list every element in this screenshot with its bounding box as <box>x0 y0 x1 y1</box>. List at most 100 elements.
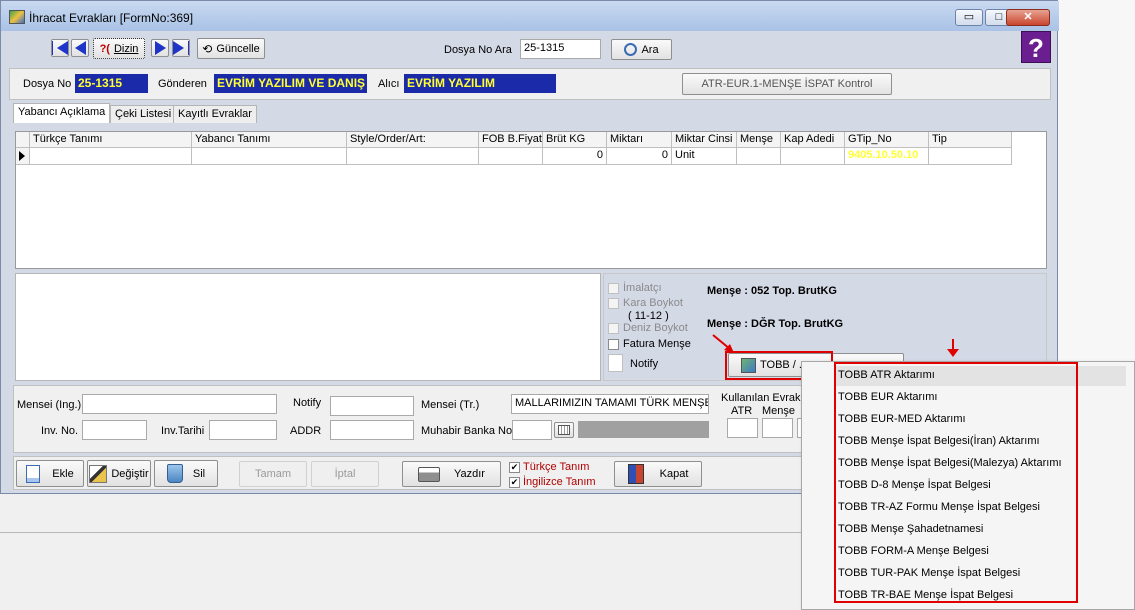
mensei-tr-label: Mensei (Tr.) <box>421 399 480 411</box>
ara-button[interactable]: Ara <box>611 39 672 60</box>
cell-gtip-no[interactable]: 9405.10.50.10 <box>845 148 929 165</box>
dosya-no-value: 25-1315 <box>75 74 148 93</box>
description-box[interactable] <box>15 273 601 381</box>
guncelle-label: Güncelle <box>216 42 260 55</box>
cell-miktari[interactable]: 0 <box>607 148 672 165</box>
mense-info-2: Menşe : DĞR Top. BrutKG <box>707 318 844 330</box>
muhabir-bank-name <box>578 421 709 438</box>
turkce-tanim-label: Türkçe Tanım <box>523 461 590 473</box>
muhabir-input[interactable] <box>512 420 552 440</box>
mensei-tr-input[interactable]: MALLARIMIZIN TAMAMI TÜRK MENŞE <box>511 394 709 414</box>
next-record-button[interactable] <box>151 39 169 57</box>
guncelle-button[interactable]: ⟲ Güncelle <box>197 38 265 59</box>
fatura-mense-checkbox[interactable] <box>608 339 619 350</box>
minimize-button[interactable]: ▭ <box>955 9 983 26</box>
degistir-label: Değiştir <box>111 467 149 480</box>
col-header-gtip-no[interactable]: GTip_No <box>845 132 929 148</box>
degistir-button[interactable]: Değiştir <box>87 460 151 487</box>
tab-kayitli-evraklar[interactable]: Kayıtlı Evraklar <box>173 105 257 123</box>
dizin-button[interactable]: ?( Dizin <box>93 38 145 59</box>
dosya-no-ara-input[interactable]: 25-1315 <box>520 39 601 59</box>
mensei-ing-input[interactable] <box>82 394 277 414</box>
cell-brut-kg[interactable]: 0 <box>543 148 607 165</box>
items-grid[interactable]: Türkçe Tanımı Yabancı Tanımı Style/Order… <box>15 131 1047 269</box>
kara-boykot-checkbox[interactable] <box>608 298 619 309</box>
edit-pencil-icon <box>89 464 108 483</box>
gonderen-value: EVRİM YAZILIM VE DANIŞ <box>214 74 367 93</box>
cell-yabanci-tanimi[interactable] <box>192 148 347 165</box>
deniz-boykot-label: Deniz Boykot <box>623 322 688 334</box>
col-header-yabanci-tanimi[interactable]: Yabancı Tanımı <box>192 132 347 148</box>
addr-input[interactable] <box>330 420 414 440</box>
mensei-ing-label: Mensei (Ing.) <box>17 399 82 411</box>
sil-label: Sil <box>192 467 206 480</box>
previous-arrow-icon <box>74 41 86 55</box>
turkce-tanim-checkbox[interactable]: ✔ <box>509 462 520 473</box>
ekle-button[interactable]: Ekle <box>16 460 84 487</box>
refresh-icon: ⟲ <box>202 41 213 56</box>
col-header-brut-kg[interactable]: Brüt KG <box>543 132 607 148</box>
previous-record-button[interactable] <box>71 39 89 57</box>
exit-door-icon <box>627 464 644 484</box>
col-header-tip[interactable]: Tip <box>929 132 1012 148</box>
next-arrow-icon <box>154 41 166 55</box>
last-bar-icon <box>188 41 189 55</box>
recycle-bin-icon <box>166 464 183 483</box>
notify-input[interactable] <box>330 396 414 416</box>
dosya-no-label: Dosya No <box>23 78 72 90</box>
iptal-button[interactable]: İptal <box>311 461 379 487</box>
kapat-label: Kapat <box>659 468 689 480</box>
mense-count-input[interactable] <box>762 418 793 438</box>
first-arrow-icon <box>57 41 68 55</box>
first-record-button[interactable] <box>51 39 69 57</box>
cell-kap-adedi[interactable] <box>781 148 845 165</box>
alici-value: EVRİM YAZILIM <box>404 74 556 93</box>
notify-box[interactable] <box>608 354 623 372</box>
last-record-button[interactable] <box>172 39 190 57</box>
tab-yabanci-aciklama[interactable]: Yabancı Açıklama <box>13 103 111 123</box>
cell-fob-fiyati[interactable] <box>479 148 543 165</box>
col-header-fob-fiyati[interactable]: FOB B.Fiyatı <box>479 132 543 148</box>
dizin-label: Dizin <box>113 42 139 55</box>
kara-boykot-sub-label: ( 11-12 ) <box>628 310 669 322</box>
deniz-boykot-checkbox[interactable] <box>608 323 619 334</box>
yazdir-button[interactable]: Yazdır <box>402 461 501 487</box>
col-header-miktari[interactable]: Miktarı <box>607 132 672 148</box>
menu-annotation-arrow-icon <box>947 339 959 357</box>
tab-ceki-listesi[interactable]: Çeki Listesi <box>110 105 177 123</box>
ingilizce-tanim-checkbox[interactable]: ✔ <box>509 477 520 488</box>
imalatci-checkbox[interactable] <box>608 283 619 294</box>
col-header-style-order[interactable]: Style/Order/Art: <box>347 132 479 148</box>
cell-tip[interactable] <box>929 148 1012 165</box>
close-button[interactable]: ✕ <box>1006 9 1050 26</box>
ara-label: Ara <box>641 43 659 56</box>
window-title: İhracat Evrakları [FormNo:369] <box>29 11 194 25</box>
col-header-mense[interactable]: Menşe <box>737 132 781 148</box>
cell-turkce-tanimi[interactable] <box>30 148 192 165</box>
muhabir-lookup-button[interactable] <box>554 422 574 438</box>
inv-no-input[interactable] <box>82 420 147 440</box>
inv-no-label: Inv. No. <box>41 425 79 437</box>
row-indicator[interactable] <box>16 148 30 165</box>
gonderen-label: Gönderen <box>158 78 207 90</box>
muhabir-label: Muhabir Banka No <box>421 425 513 437</box>
kullanilan-evrak-label: Kullanılan Evrak <box>721 392 801 404</box>
atr-kontrol-button[interactable]: ATR-EUR.1-MENŞE İSPAT Kontrol <box>682 73 892 95</box>
cell-mense[interactable] <box>737 148 781 165</box>
col-header-miktar-cinsi[interactable]: Miktar Cinsi <box>672 132 737 148</box>
imalatci-label: İmalatçı <box>623 282 662 294</box>
help-button[interactable]: ? <box>1021 31 1051 63</box>
sil-button[interactable]: Sil <box>154 460 218 487</box>
kara-boykot-label: Kara Boykot <box>623 297 683 309</box>
kapat-button[interactable]: Kapat <box>614 461 702 487</box>
col-header-turkce-tanimi[interactable]: Türkçe Tanımı <box>30 132 192 148</box>
col-header-kap-adedi[interactable]: Kap Adedi <box>781 132 845 148</box>
new-document-icon <box>26 464 41 483</box>
cell-style-order[interactable] <box>347 148 479 165</box>
mense-info-1: Menşe : 052 Top. BrutKG <box>707 285 837 297</box>
tamam-button[interactable]: Tamam <box>239 461 307 487</box>
atr-count-input[interactable] <box>727 418 758 438</box>
inv-tarihi-input[interactable] <box>209 420 277 440</box>
cell-miktar-cinsi[interactable]: Unit <box>672 148 737 165</box>
mense-col-label: Menşe <box>762 405 796 417</box>
